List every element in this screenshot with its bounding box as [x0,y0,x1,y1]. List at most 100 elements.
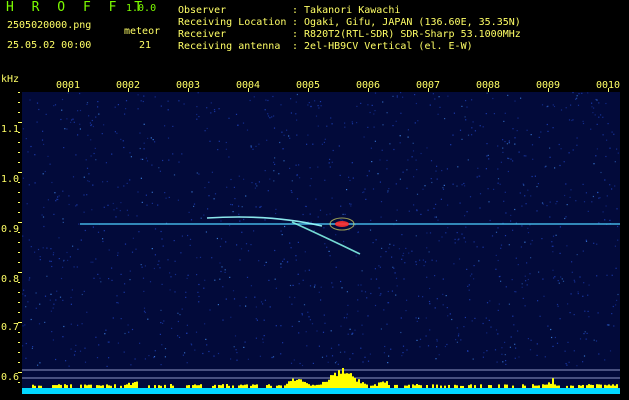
histogram-base-bar [190,388,192,394]
noise-speck [219,262,221,264]
histogram-base-bar [564,388,566,394]
noise-speck [422,188,424,190]
noise-speck [402,171,404,173]
noise-speck [283,134,285,136]
noise-speck [360,102,362,104]
noise-speck [393,244,395,246]
noise-speck [272,356,275,358]
noise-speck [242,122,245,124]
noise-speck [90,155,92,157]
noise-speck [463,237,465,239]
histogram-bar [58,384,60,388]
noise-speck [347,333,349,335]
noise-speck [384,345,386,348]
histogram-base-bar [286,388,288,394]
histogram-bar [558,385,560,388]
histogram-base-bar [338,388,340,394]
histogram-base-bar [270,388,272,394]
noise-speck [611,188,613,190]
noise-speck [565,216,567,218]
noise-speck [91,119,93,122]
histogram-bar [128,382,130,388]
noise-speck [72,118,74,120]
noise-speck [443,184,445,186]
noise-speck [436,340,438,342]
noise-speck [572,149,574,151]
noise-speck [161,344,163,346]
noise-speck [445,232,447,234]
histogram-base-bar [100,388,102,394]
noise-speck [527,189,529,191]
noise-speck [457,239,459,241]
noise-speck [198,301,200,303]
noise-speck [428,251,430,253]
histogram-bar [444,385,446,388]
noise-speck [162,245,164,247]
noise-speck [508,303,510,305]
noise-speck [557,305,559,307]
histogram-base-bar [592,388,594,394]
histogram-base-bar [348,388,350,394]
noise-speck [396,209,398,211]
noise-speck [447,95,449,97]
noise-speck [293,359,295,361]
histogram-base-bar [382,388,384,394]
histogram-base-bar [558,388,560,394]
noise-speck [591,201,593,203]
noise-speck [517,264,519,266]
noise-speck [406,299,408,301]
noise-speck [151,191,153,193]
noise-speck [476,176,478,178]
noise-speck [525,203,527,205]
noise-speck [479,207,481,209]
histogram-bar [352,376,354,388]
noise-speck [78,223,80,225]
histogram-bar [336,376,338,388]
noise-speck [159,170,161,172]
noise-speck [495,254,497,256]
noise-speck [194,349,196,351]
noise-speck [361,270,363,272]
noise-speck [306,345,308,347]
noise-speck [70,303,72,305]
noise-speck [329,255,331,257]
noise-speck [246,129,249,131]
histogram-bar [436,384,438,388]
histogram-base-bar [176,388,178,394]
histogram-base-bar [590,388,592,394]
noise-speck [319,209,322,211]
histogram-bar [254,384,256,388]
noise-speck [573,350,575,352]
noise-speck [296,198,299,200]
noise-speck [143,290,145,292]
noise-speck [141,266,143,268]
noise-speck [459,202,461,204]
noise-speck [581,92,583,94]
noise-speck [202,352,204,355]
noise-speck [596,99,598,101]
noise-speck [309,213,311,215]
noise-speck [169,289,171,291]
histogram-base-bar [112,388,114,394]
histogram-base-bar [158,388,160,394]
noise-speck [591,106,593,108]
noise-speck [435,203,437,205]
noise-speck [422,259,424,261]
noise-speck [143,148,145,150]
noise-speck [320,105,322,107]
noise-speck [491,235,494,237]
histogram-base-bar [522,388,524,394]
noise-speck [134,358,136,360]
histogram-bar [344,373,346,388]
noise-speck [395,294,397,296]
histogram-base-bar [422,388,424,394]
noise-speck [148,355,150,357]
noise-speck [263,319,265,321]
noise-speck [323,314,325,316]
noise-speck [204,279,206,281]
noise-speck [380,293,382,295]
noise-speck [114,131,116,133]
noise-speck [613,325,615,327]
noise-speck [573,279,575,281]
noise-speck [466,106,468,108]
